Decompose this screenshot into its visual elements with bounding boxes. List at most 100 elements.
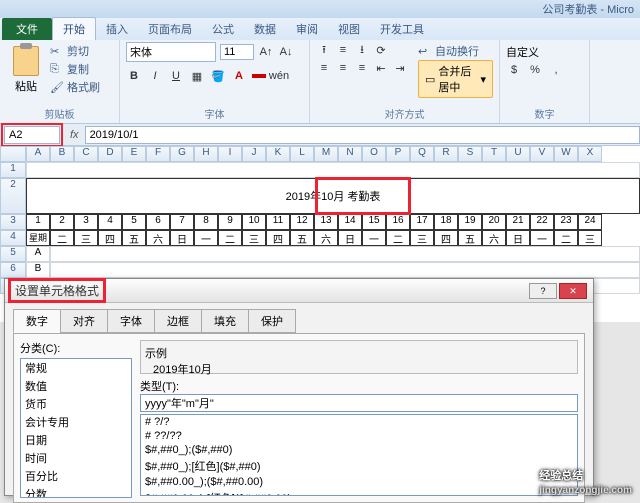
row-header[interactable]: 6	[0, 262, 26, 278]
italic-button[interactable]: I	[147, 68, 163, 84]
col-header[interactable]: V	[530, 146, 554, 162]
col-header[interactable]: T	[482, 146, 506, 162]
percent-icon[interactable]: %	[527, 62, 543, 78]
cell[interactable]: 20	[482, 214, 506, 230]
fill-color-button[interactable]: 🪣	[210, 68, 226, 84]
tab-review[interactable]: 审阅	[286, 18, 328, 40]
col-header[interactable]: R	[434, 146, 458, 162]
cell[interactable]: 二	[50, 230, 74, 246]
cell[interactable]: 六	[482, 230, 506, 246]
cell[interactable]: 五	[290, 230, 314, 246]
category-item[interactable]: 会计专用	[21, 413, 131, 431]
increase-font-icon[interactable]: A↑	[258, 44, 274, 60]
category-item[interactable]: 数值	[21, 377, 131, 395]
align-left-icon[interactable]: ≡	[316, 60, 332, 76]
orientation-icon[interactable]: ⟳	[373, 42, 389, 58]
col-header[interactable]: C	[74, 146, 98, 162]
cell[interactable]: 10	[242, 214, 266, 230]
category-item[interactable]: 常规	[21, 359, 131, 377]
cell[interactable]: 7	[170, 214, 194, 230]
tab-view[interactable]: 视图	[328, 18, 370, 40]
select-all-corner[interactable]	[0, 146, 26, 162]
cell[interactable]: 五	[458, 230, 482, 246]
tab-file[interactable]: 文件	[2, 18, 52, 40]
col-header[interactable]: L	[290, 146, 314, 162]
cell[interactable]: 4	[98, 214, 122, 230]
category-list[interactable]: 常规数值货币会计专用日期时间百分比分数科学记数文本特殊自定义	[20, 358, 132, 498]
col-header[interactable]: U	[506, 146, 530, 162]
type-list[interactable]: # ?/?# ??/??$#,##0_);($#,##0)$#,##0_);[红…	[140, 414, 578, 496]
cell[interactable]: 一	[362, 230, 386, 246]
cell[interactable]: 6	[146, 214, 170, 230]
row-header[interactable]: 2	[0, 178, 26, 214]
dialog-tab[interactable]: 保护	[248, 309, 296, 333]
tab-dev[interactable]: 开发工具	[370, 18, 434, 40]
col-header[interactable]: X	[578, 146, 602, 162]
dialog-tab[interactable]: 边框	[154, 309, 202, 333]
align-center-icon[interactable]: ≡	[335, 60, 351, 76]
col-header[interactable]: E	[122, 146, 146, 162]
col-header[interactable]: B	[50, 146, 74, 162]
cell[interactable]: 19	[458, 214, 482, 230]
cell[interactable]: 二	[554, 230, 578, 246]
cell[interactable]: 2	[50, 214, 74, 230]
col-header[interactable]: G	[170, 146, 194, 162]
cell[interactable]: A	[26, 246, 50, 262]
type-item[interactable]: $#,##0.00_);($#,##0.00)	[141, 475, 577, 489]
cell[interactable]: 四	[98, 230, 122, 246]
cell[interactable]: 1	[26, 214, 50, 230]
formula-bar[interactable]	[85, 126, 640, 144]
cell[interactable]: 17	[410, 214, 434, 230]
col-header[interactable]: H	[194, 146, 218, 162]
col-header[interactable]: I	[218, 146, 242, 162]
cell[interactable]: 12	[290, 214, 314, 230]
type-item[interactable]: $#,##0_);($#,##0)	[141, 443, 577, 457]
cell[interactable]: 11	[266, 214, 290, 230]
merge-center-button[interactable]: ▭合并后居中▾	[418, 60, 493, 98]
cell[interactable]: 15	[362, 214, 386, 230]
cell[interactable]: 16	[386, 214, 410, 230]
copy-button[interactable]: ⎘复制	[50, 60, 100, 78]
cell[interactable]: 21	[506, 214, 530, 230]
col-header[interactable]: K	[266, 146, 290, 162]
dialog-tab[interactable]: 字体	[107, 309, 155, 333]
cell[interactable]: 3	[74, 214, 98, 230]
cell[interactable]: 三	[410, 230, 434, 246]
currency-icon[interactable]: $	[506, 62, 522, 78]
cell[interactable]: 5	[122, 214, 146, 230]
underline-button[interactable]: U	[168, 68, 184, 84]
decrease-font-icon[interactable]: A↓	[278, 44, 294, 60]
cell[interactable]: 二	[218, 230, 242, 246]
tab-formulas[interactable]: 公式	[202, 18, 244, 40]
font-size-combo[interactable]: 11	[220, 44, 254, 60]
help-button[interactable]: ?	[529, 283, 557, 299]
tab-insert[interactable]: 插入	[96, 18, 138, 40]
wrap-text-button[interactable]: ↩自动换行	[418, 42, 493, 60]
type-item[interactable]: $#,##0.00_);[红色]($#,##0.00)	[141, 489, 577, 496]
type-input[interactable]	[140, 394, 578, 412]
col-header[interactable]: P	[386, 146, 410, 162]
phonetic-button[interactable]: wén	[271, 68, 287, 84]
tab-layout[interactable]: 页面布局	[138, 18, 202, 40]
category-item[interactable]: 时间	[21, 449, 131, 467]
bold-button[interactable]: B	[126, 68, 142, 84]
cell[interactable]: 24	[578, 214, 602, 230]
col-header[interactable]: S	[458, 146, 482, 162]
cell[interactable]: 14	[338, 214, 362, 230]
col-header[interactable]: D	[98, 146, 122, 162]
cell[interactable]: 六	[314, 230, 338, 246]
indent-dec-icon[interactable]: ⇤	[373, 60, 389, 76]
cell[interactable]: 日	[506, 230, 530, 246]
align-right-icon[interactable]: ≡	[354, 60, 370, 76]
col-header[interactable]: W	[554, 146, 578, 162]
cell[interactable]: 六	[146, 230, 170, 246]
dialog-tab[interactable]: 填充	[201, 309, 249, 333]
dialog-tab[interactable]: 数字	[13, 309, 61, 333]
type-item[interactable]: # ??/??	[141, 429, 577, 443]
close-button[interactable]: ✕	[559, 283, 587, 299]
col-header[interactable]: F	[146, 146, 170, 162]
cell[interactable]: 二	[386, 230, 410, 246]
type-item[interactable]: $#,##0_);[红色]($#,##0)	[141, 457, 577, 475]
category-item[interactable]: 货币	[21, 395, 131, 413]
align-top-icon[interactable]: ⭱	[316, 42, 332, 58]
